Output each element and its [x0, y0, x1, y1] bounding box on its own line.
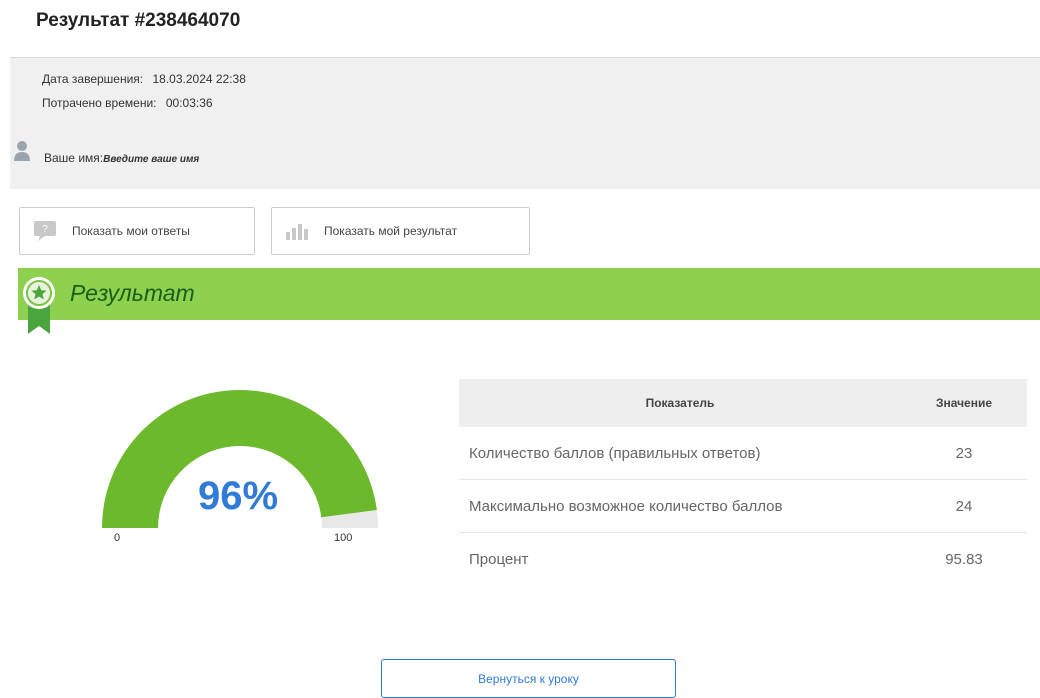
table-header-row: Показатель Значение — [459, 379, 1027, 427]
time-spent-label: Потрачено времени: — [42, 96, 157, 110]
result-banner: Результат — [18, 268, 1040, 320]
col-header-value: Значение — [901, 379, 1027, 427]
svg-text:?: ? — [42, 224, 48, 235]
user-name-value[interactable]: Введите ваше имя — [103, 154, 199, 165]
user-name-label: Ваше имя: — [44, 151, 104, 165]
page-title: Результат #238464070 — [36, 10, 241, 31]
user-name-field[interactable]: Ваше имя:Введите ваше имя — [44, 151, 199, 165]
show-result-button[interactable]: Показать мой результат — [271, 207, 530, 255]
table-row: Максимально возможное количество баллов … — [459, 479, 1027, 533]
question-icon: ? — [34, 221, 58, 241]
show-result-label: Показать мой результат — [324, 224, 458, 238]
time-spent-row: Потрачено времени: 00:03:36 — [42, 96, 213, 110]
bar-chart-icon — [286, 222, 310, 240]
table-row: Количество баллов (правильных ответов) 2… — [459, 427, 1027, 480]
finish-date-row: Дата завершения: 18.03.2024 22:38 — [42, 72, 246, 86]
finish-date-label: Дата завершения: — [42, 72, 144, 86]
user-icon — [14, 140, 30, 167]
finish-date-value: 18.03.2024 22:38 — [152, 72, 246, 86]
award-badge-icon — [22, 276, 56, 341]
back-to-lesson-button[interactable]: Вернуться к уроку — [381, 659, 676, 698]
table-row: Процент 95.83 — [459, 533, 1027, 586]
gauge-min-label: 0 — [114, 532, 121, 544]
show-answers-label: Показать мои ответы — [72, 224, 190, 238]
col-header-metric: Показатель — [459, 379, 901, 427]
cell-metric: Процент — [469, 550, 529, 568]
time-spent-value: 00:03:36 — [165, 96, 213, 110]
cell-value: 95.83 — [945, 550, 983, 568]
gauge-value: 96% — [197, 474, 279, 518]
results-table: Показатель Значение Количество баллов (п… — [459, 379, 1027, 585]
cell-value: 24 — [901, 479, 1027, 533]
cell-value: 23 — [901, 427, 1027, 480]
user-name-row: Ваше имя:Введите ваше имя — [10, 124, 1040, 189]
gauge-max-label: 100 — [334, 532, 353, 544]
cell-metric: Количество баллов (правильных ответов) — [459, 427, 901, 480]
result-banner-title: Результат — [70, 280, 195, 306]
show-answers-button[interactable]: ? Показать мои ответы — [19, 207, 255, 255]
cell-metric: Максимально возможное количество баллов — [459, 479, 901, 533]
info-box: Дата завершения: 18.03.2024 22:38 Потрач… — [10, 57, 1040, 125]
